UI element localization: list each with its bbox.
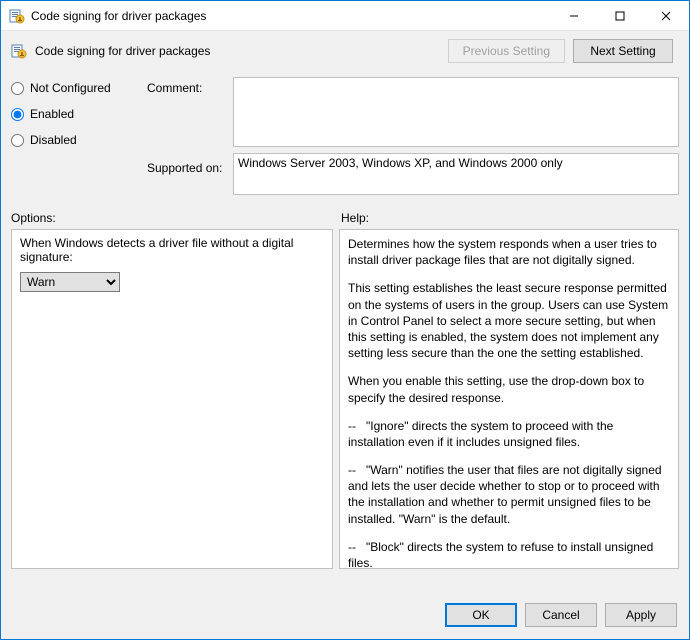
next-setting-button[interactable]: Next Setting xyxy=(573,39,673,63)
help-text: -- "Block" directs the system to refuse … xyxy=(348,539,670,569)
radio-not-configured[interactable]: Not Configured xyxy=(11,81,141,95)
dialog-window: Code signing for driver packages xyxy=(0,0,690,640)
help-text: This setting establishes the least secur… xyxy=(348,280,670,361)
policy-icon xyxy=(11,43,27,59)
radio-disabled-input[interactable] xyxy=(11,134,24,147)
help-pane[interactable]: Determines how the system responds when … xyxy=(339,229,679,569)
previous-setting-button: Previous Setting xyxy=(448,39,565,63)
radio-enabled-input[interactable] xyxy=(11,108,24,121)
radio-not-configured-label: Not Configured xyxy=(30,81,111,95)
maximize-button[interactable] xyxy=(597,1,643,30)
radio-not-configured-input[interactable] xyxy=(11,82,24,95)
app-icon xyxy=(9,8,25,24)
help-text: Determines how the system responds when … xyxy=(348,236,670,268)
titlebar: Code signing for driver packages xyxy=(1,1,689,31)
apply-button[interactable]: Apply xyxy=(605,603,677,627)
radio-disabled-label: Disabled xyxy=(30,133,77,147)
ok-button[interactable]: OK xyxy=(445,603,517,627)
footer: OK Cancel Apply xyxy=(1,593,689,639)
supported-on-label: Supported on: xyxy=(147,153,227,175)
state-radios: Not Configured Enabled Disabled xyxy=(11,77,141,159)
header-row: Code signing for driver packages Previou… xyxy=(1,31,689,77)
options-pane: When Windows detects a driver file witho… xyxy=(11,229,333,569)
comment-label: Comment: xyxy=(147,77,227,95)
radio-enabled-label: Enabled xyxy=(30,107,74,121)
radio-disabled[interactable]: Disabled xyxy=(11,133,141,147)
signature-response-dropdown[interactable]: Warn xyxy=(20,272,120,292)
comment-input[interactable] xyxy=(233,77,679,147)
policy-title: Code signing for driver packages xyxy=(35,44,448,58)
labels-row: Options: Help: xyxy=(1,203,689,229)
option-description: When Windows detects a driver file witho… xyxy=(20,236,324,264)
help-label: Help: xyxy=(341,211,369,225)
panes: When Windows detects a driver file witho… xyxy=(1,229,689,593)
cancel-button[interactable]: Cancel xyxy=(525,603,597,627)
radio-enabled[interactable]: Enabled xyxy=(11,107,141,121)
form-area: Not Configured Enabled Disabled Comment:… xyxy=(1,77,689,203)
window-title: Code signing for driver packages xyxy=(31,9,551,23)
close-button[interactable] xyxy=(643,1,689,30)
minimize-button[interactable] xyxy=(551,1,597,30)
supported-on-value xyxy=(233,153,679,195)
help-text: -- "Warn" notifies the user that files a… xyxy=(348,462,670,527)
options-label: Options: xyxy=(11,211,341,225)
help-text: -- "Ignore" directs the system to procee… xyxy=(348,418,670,450)
window-buttons xyxy=(551,1,689,30)
help-text: When you enable this setting, use the dr… xyxy=(348,373,670,405)
